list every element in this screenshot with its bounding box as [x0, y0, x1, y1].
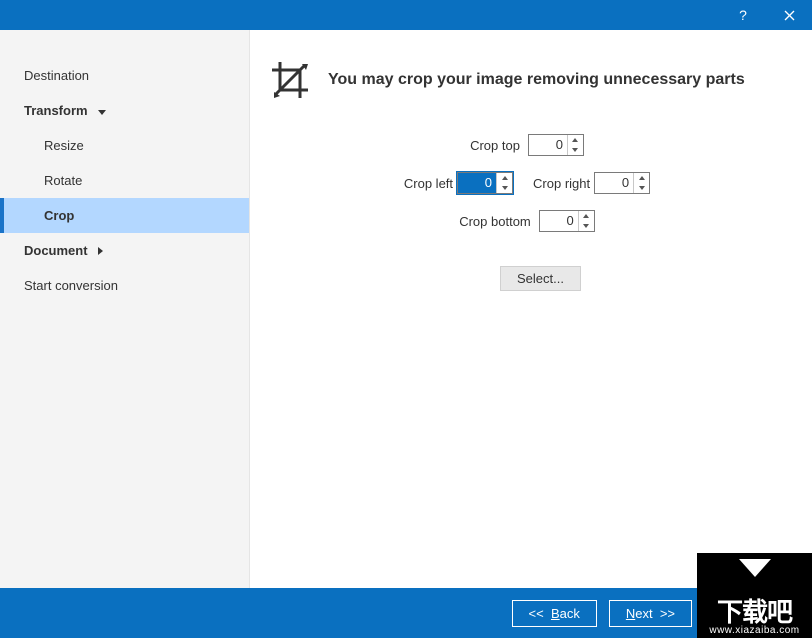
sidebar-item-label: Rotate [44, 173, 82, 188]
spin-up-icon[interactable] [497, 173, 512, 183]
crop-left-spinner[interactable]: 0 [457, 172, 513, 194]
back-button[interactable]: << Back [512, 600, 597, 627]
crop-left-label: Crop left [404, 176, 453, 191]
start-button[interactable]: STA [720, 601, 802, 628]
crop-top-label: Crop top [470, 138, 520, 153]
sidebar: Destination Transform Resize Rotate Crop… [0, 30, 250, 588]
crop-bottom-spinner[interactable]: 0 [539, 210, 595, 232]
start-label: S [749, 607, 758, 622]
close-icon [784, 10, 795, 21]
sidebar-item-transform[interactable]: Transform [0, 93, 249, 128]
heading-row: You may crop your image removing unneces… [270, 60, 784, 100]
sidebar-item-crop[interactable]: Crop [0, 198, 249, 233]
help-button[interactable]: ? [720, 0, 766, 30]
content-pane: You may crop your image removing unneces… [250, 30, 812, 588]
spin-up-icon[interactable] [579, 211, 594, 221]
select-button[interactable]: Select... [500, 266, 581, 291]
sidebar-item-label: Transform [24, 103, 88, 118]
sidebar-item-start-conversion[interactable]: Start conversion [0, 268, 249, 303]
help-icon: ? [739, 7, 747, 23]
crop-bottom-label: Crop bottom [459, 214, 531, 229]
sidebar-item-label: Resize [44, 138, 84, 153]
crop-top-value[interactable]: 0 [529, 135, 567, 155]
crop-left-value[interactable]: 0 [458, 173, 496, 193]
chevron-right-icon [94, 243, 103, 258]
chevron-down-icon [94, 103, 106, 118]
crop-controls: Crop top 0 Crop left 0 [357, 134, 697, 232]
back-label: B [551, 606, 560, 621]
spinner-buttons [633, 173, 649, 193]
crop-right-spinner[interactable]: 0 [594, 172, 650, 194]
next-label: N [626, 606, 635, 621]
spin-down-icon[interactable] [568, 145, 583, 155]
close-button[interactable] [766, 0, 812, 30]
crop-icon [270, 60, 310, 100]
crop-right-label: Crop right [533, 176, 590, 191]
spin-up-icon[interactable] [634, 173, 649, 183]
spin-down-icon[interactable] [497, 183, 512, 193]
spinner-buttons [496, 173, 512, 193]
crop-right-value[interactable]: 0 [595, 173, 633, 193]
sidebar-item-label: Document [24, 243, 88, 258]
sidebar-item-label: Crop [44, 208, 74, 223]
sidebar-item-document[interactable]: Document [0, 233, 249, 268]
main-area: Destination Transform Resize Rotate Crop… [0, 30, 812, 588]
spin-up-icon[interactable] [568, 135, 583, 145]
crop-bottom-value[interactable]: 0 [540, 211, 578, 231]
next-button[interactable]: Next >> [609, 600, 692, 627]
spinner-buttons [578, 211, 594, 231]
sidebar-item-label: Start conversion [24, 278, 118, 293]
spin-down-icon[interactable] [634, 183, 649, 193]
page-title: You may crop your image removing unneces… [328, 71, 745, 89]
spin-down-icon[interactable] [579, 221, 594, 231]
titlebar: ? [0, 0, 812, 30]
sidebar-item-destination[interactable]: Destination [0, 58, 249, 93]
spinner-buttons [567, 135, 583, 155]
crop-top-spinner[interactable]: 0 [528, 134, 584, 156]
sidebar-item-label: Destination [24, 68, 89, 83]
sidebar-item-resize[interactable]: Resize [0, 128, 249, 163]
sidebar-item-rotate[interactable]: Rotate [0, 163, 249, 198]
footer: << Back Next >> [0, 588, 812, 638]
